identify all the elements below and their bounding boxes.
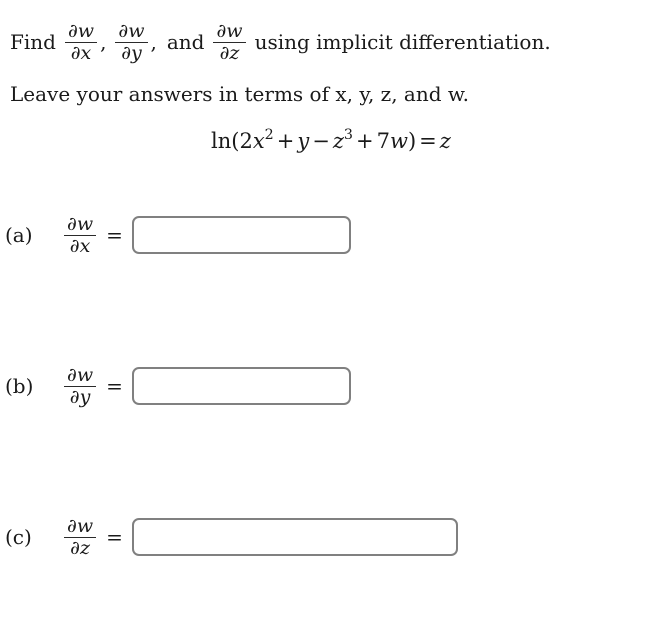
part-b-numerator: ∂w <box>67 363 94 386</box>
exponent-3: 3 <box>343 126 353 143</box>
partial-wx-denominator: ∂x <box>70 41 92 64</box>
part-b-answer-input[interactable] <box>131 367 351 405</box>
part-a-label: (a) <box>5 223 33 247</box>
equation-rhs: z <box>439 128 451 153</box>
plus-operator-2: + <box>356 128 374 153</box>
instruction-prefix: Find <box>10 30 56 54</box>
partial-derivative-wz: ∂w ∂z <box>213 19 246 64</box>
plus-operator-1: + <box>276 128 295 153</box>
part-a-derivative: ∂w ∂x <box>61 214 99 257</box>
partial-wz-numerator: ∂w <box>216 19 243 42</box>
coefficient-7: 7 <box>376 128 390 153</box>
exponent-2: 2 <box>264 126 274 143</box>
part-a-numerator: ∂w <box>67 212 94 235</box>
partial-wy-denominator: ∂y <box>121 41 142 64</box>
part-c-row: (c) ∂w ∂z = <box>5 509 458 565</box>
partial-wz-denominator: ∂z <box>219 41 240 64</box>
instruction-line-2: Leave your answers in terms of x, y, z, … <box>10 80 469 108</box>
part-c-derivative: ∂w ∂z <box>61 516 99 559</box>
coefficient-2: 2 <box>239 128 253 153</box>
comma-1: , <box>100 30 107 54</box>
equals-sign: = <box>419 128 437 153</box>
part-a-row: (a) ∂w ∂x = <box>5 207 351 263</box>
partial-derivative-wz: ∂w ∂z <box>64 514 97 559</box>
variable-w: w <box>389 128 408 153</box>
instruction-line-1: Find ∂w ∂x , ∂w ∂y , and ∂w ∂z using imp… <box>10 18 551 66</box>
partial-wx-numerator: ∂w <box>67 19 95 42</box>
instruction-suffix: using implicit differentiation. <box>254 30 551 54</box>
close-paren: ) <box>407 128 417 153</box>
part-c-equals: = <box>106 525 123 549</box>
partial-derivative-wy: ∂w ∂y <box>64 363 97 408</box>
part-c-numerator: ∂w <box>67 514 94 537</box>
variable-z: z <box>332 128 344 153</box>
part-b-denominator: ∂y <box>69 385 91 408</box>
part-a-answer-input[interactable] <box>131 216 351 254</box>
ln-operator: ln <box>211 128 232 153</box>
conjunction-and: and <box>166 30 205 54</box>
partial-derivative-wy: ∂w ∂y <box>115 19 148 64</box>
comma-2: , <box>150 30 157 54</box>
part-c-answer-input[interactable] <box>131 518 458 556</box>
partial-wy-numerator: ∂w <box>118 19 145 42</box>
part-b-row: (b) ∂w ∂y = <box>5 358 351 414</box>
problem-page: Find ∂w ∂x , ∂w ∂y , and ∂w ∂z using imp… <box>0 0 657 634</box>
variable-y: y <box>297 128 310 153</box>
part-b-equals: = <box>106 374 123 398</box>
part-a-denominator: ∂x <box>69 234 91 257</box>
part-c-label: (c) <box>5 525 32 549</box>
given-equation: ln ( 2 x 2 + y − z 3 + 7 w ) = z <box>211 126 451 156</box>
part-c-denominator: ∂z <box>70 536 90 559</box>
partial-derivative-wx: ∂w ∂x <box>64 212 97 257</box>
secondary-instruction: Leave your answers in terms of x, y, z, … <box>10 82 470 106</box>
minus-operator: − <box>312 128 330 153</box>
part-b-label: (b) <box>5 374 34 398</box>
part-b-derivative: ∂w ∂y <box>61 365 99 408</box>
open-paren: ( <box>231 128 240 153</box>
variable-x: x <box>252 128 265 153</box>
part-a-equals: = <box>106 223 123 247</box>
partial-derivative-wx: ∂w ∂x <box>64 19 98 64</box>
